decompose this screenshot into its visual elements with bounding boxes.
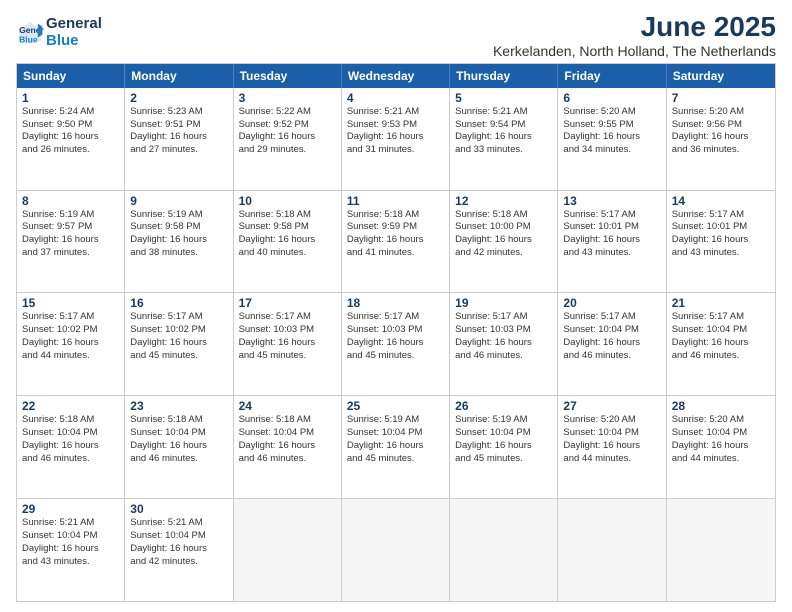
day-empty-3 — [450, 499, 558, 601]
header-friday: Friday — [558, 64, 666, 88]
day-24: 24 Sunrise: 5:18 AMSunset: 10:04 PMDayli… — [234, 396, 342, 498]
day-11: 11 Sunrise: 5:18 AMSunset: 9:59 PMDaylig… — [342, 191, 450, 293]
header: General Blue General Blue June 2025 Kerk… — [16, 12, 776, 59]
day-empty-2 — [342, 499, 450, 601]
day-8: 8 Sunrise: 5:19 AMSunset: 9:57 PMDayligh… — [17, 191, 125, 293]
month-title: June 2025 — [493, 12, 776, 43]
week-row-5: 29 Sunrise: 5:21 AMSunset: 10:04 PMDayli… — [17, 498, 775, 601]
day-17: 17 Sunrise: 5:17 AMSunset: 10:03 PMDayli… — [234, 293, 342, 395]
header-tuesday: Tuesday — [234, 64, 342, 88]
day-4: 4 Sunrise: 5:21 AMSunset: 9:53 PMDayligh… — [342, 88, 450, 190]
day-13: 13 Sunrise: 5:17 AMSunset: 10:01 PMDayli… — [558, 191, 666, 293]
page: General Blue General Blue June 2025 Kerk… — [0, 0, 792, 612]
day-19: 19 Sunrise: 5:17 AMSunset: 10:03 PMDayli… — [450, 293, 558, 395]
week-row-2: 8 Sunrise: 5:19 AMSunset: 9:57 PMDayligh… — [17, 190, 775, 293]
day-25: 25 Sunrise: 5:19 AMSunset: 10:04 PMDayli… — [342, 396, 450, 498]
header-thursday: Thursday — [450, 64, 558, 88]
header-sunday: Sunday — [17, 64, 125, 88]
day-6: 6 Sunrise: 5:20 AMSunset: 9:55 PMDayligh… — [558, 88, 666, 190]
generalblue-logo-icon: General Blue — [16, 19, 44, 47]
day-empty-1 — [234, 499, 342, 601]
day-22: 22 Sunrise: 5:18 AMSunset: 10:04 PMDayli… — [17, 396, 125, 498]
day-29: 29 Sunrise: 5:21 AMSunset: 10:04 PMDayli… — [17, 499, 125, 601]
day-27: 27 Sunrise: 5:20 AMSunset: 10:04 PMDayli… — [558, 396, 666, 498]
day-12: 12 Sunrise: 5:18 AMSunset: 10:00 PMDayli… — [450, 191, 558, 293]
calendar-header: Sunday Monday Tuesday Wednesday Thursday… — [17, 64, 775, 88]
day-15: 15 Sunrise: 5:17 AMSunset: 10:02 PMDayli… — [17, 293, 125, 395]
day-9: 9 Sunrise: 5:19 AMSunset: 9:58 PMDayligh… — [125, 191, 233, 293]
day-3: 3 Sunrise: 5:22 AMSunset: 9:52 PMDayligh… — [234, 88, 342, 190]
day-1: 1 Sunrise: 5:24 AMSunset: 9:50 PMDayligh… — [17, 88, 125, 190]
day-21: 21 Sunrise: 5:17 AMSunset: 10:04 PMDayli… — [667, 293, 775, 395]
logo-line2: Blue — [46, 33, 102, 50]
svg-text:Blue: Blue — [19, 34, 38, 44]
day-empty-5 — [667, 499, 775, 601]
header-monday: Monday — [125, 64, 233, 88]
day-empty-4 — [558, 499, 666, 601]
calendar-body: 1 Sunrise: 5:24 AMSunset: 9:50 PMDayligh… — [17, 88, 775, 601]
day-5: 5 Sunrise: 5:21 AMSunset: 9:54 PMDayligh… — [450, 88, 558, 190]
day-20: 20 Sunrise: 5:17 AMSunset: 10:04 PMDayli… — [558, 293, 666, 395]
week-row-4: 22 Sunrise: 5:18 AMSunset: 10:04 PMDayli… — [17, 395, 775, 498]
day-28: 28 Sunrise: 5:20 AMSunset: 10:04 PMDayli… — [667, 396, 775, 498]
week-row-1: 1 Sunrise: 5:24 AMSunset: 9:50 PMDayligh… — [17, 88, 775, 190]
week-row-3: 15 Sunrise: 5:17 AMSunset: 10:02 PMDayli… — [17, 292, 775, 395]
day-7: 7 Sunrise: 5:20 AMSunset: 9:56 PMDayligh… — [667, 88, 775, 190]
day-16: 16 Sunrise: 5:17 AMSunset: 10:02 PMDayli… — [125, 293, 233, 395]
logo: General Blue General Blue — [16, 16, 102, 49]
calendar: Sunday Monday Tuesday Wednesday Thursday… — [16, 63, 776, 602]
day-10: 10 Sunrise: 5:18 AMSunset: 9:58 PMDaylig… — [234, 191, 342, 293]
day-23: 23 Sunrise: 5:18 AMSunset: 10:04 PMDayli… — [125, 396, 233, 498]
day-2: 2 Sunrise: 5:23 AMSunset: 9:51 PMDayligh… — [125, 88, 233, 190]
location-title: Kerkelanden, North Holland, The Netherla… — [493, 43, 776, 59]
header-saturday: Saturday — [667, 64, 775, 88]
title-block: June 2025 Kerkelanden, North Holland, Th… — [493, 12, 776, 59]
day-14: 14 Sunrise: 5:17 AMSunset: 10:01 PMDayli… — [667, 191, 775, 293]
logo-line1: General — [46, 16, 102, 33]
day-18: 18 Sunrise: 5:17 AMSunset: 10:03 PMDayli… — [342, 293, 450, 395]
day-30: 30 Sunrise: 5:21 AMSunset: 10:04 PMDayli… — [125, 499, 233, 601]
day-26: 26 Sunrise: 5:19 AMSunset: 10:04 PMDayli… — [450, 396, 558, 498]
header-wednesday: Wednesday — [342, 64, 450, 88]
